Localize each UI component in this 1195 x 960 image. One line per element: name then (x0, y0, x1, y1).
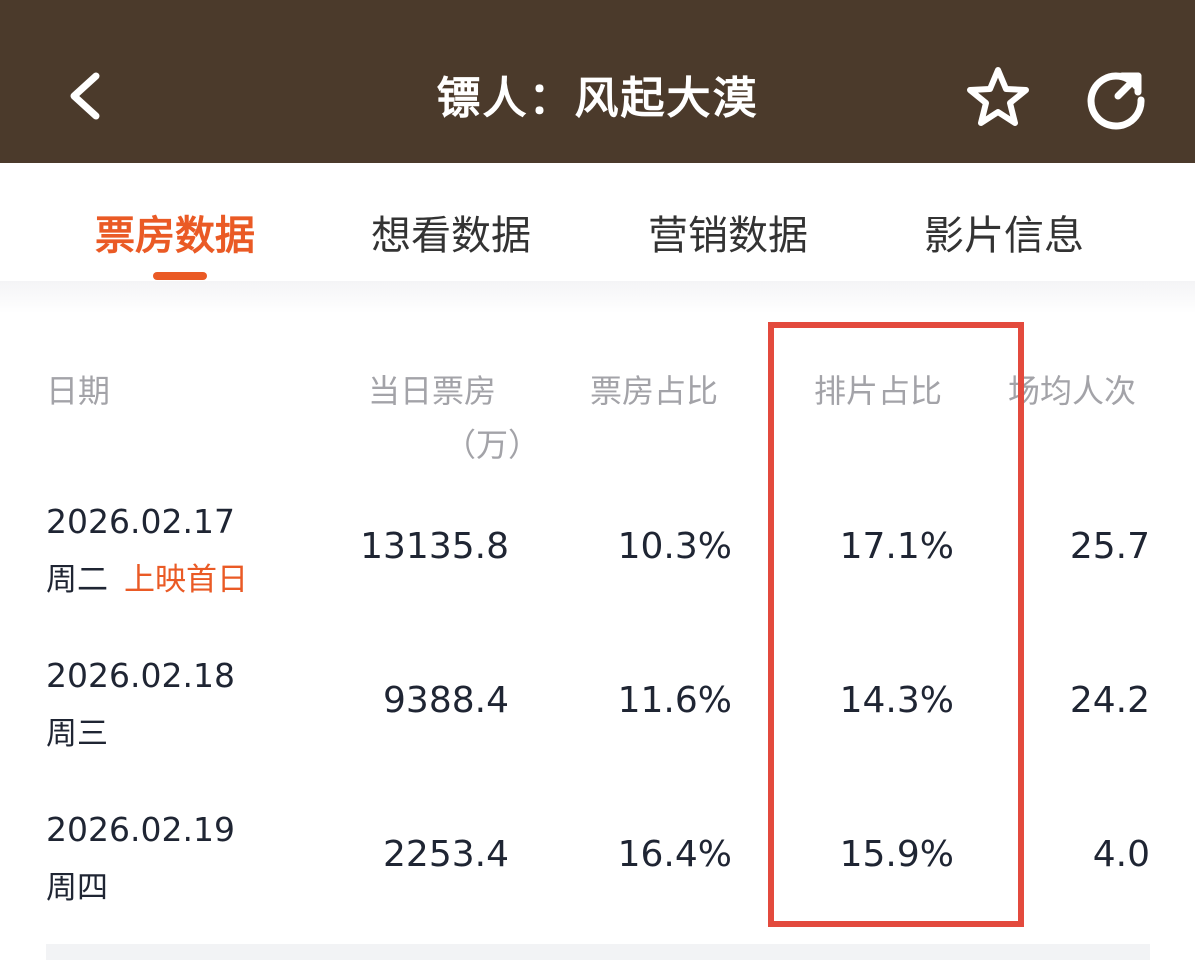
row-date: 2026.02.18 (46, 656, 235, 695)
tab-want-to-see[interactable]: 想看数据 (371, 203, 531, 261)
tab-marketing[interactable]: 营销数据 (648, 203, 808, 261)
row-date: 2026.02.19 (46, 810, 235, 849)
column-header-box-office: 当日票房 (368, 372, 497, 410)
app-header: 镖人：风起大漠 (0, 0, 1195, 163)
row-date: 2026.02.17 (46, 502, 235, 541)
avg-viewers-value: 25.7 (1069, 526, 1150, 567)
avg-viewers-value: 4.0 (1092, 834, 1150, 875)
box-office-value: 13135.8 (360, 526, 509, 567)
release-day-badge: 上映首日 (124, 562, 248, 598)
column-header-avg-viewers: 场均人次 (1008, 372, 1137, 410)
table-footer-bar (46, 944, 1150, 960)
box-share-value: 11.6% (617, 680, 732, 721)
tab-bar: 票房数据 想看数据 营销数据 影片信息 (0, 163, 1195, 281)
tab-box-office[interactable]: 票房数据 (95, 203, 255, 261)
active-tab-indicator (153, 272, 207, 280)
row-weekday: 周三 (46, 708, 108, 753)
box-office-value: 2253.4 (383, 834, 509, 875)
weekday-label: 周四 (46, 870, 108, 906)
row-weekday: 周四 (46, 862, 108, 907)
schedule-share-highlight-box (768, 322, 1024, 927)
weekday-label: 周三 (46, 716, 108, 752)
refresh-button[interactable] (1080, 62, 1152, 134)
refresh-icon (1087, 72, 1145, 130)
tab-film-info[interactable]: 影片信息 (924, 203, 1084, 261)
avg-viewers-value: 24.2 (1069, 680, 1150, 721)
box-share-value: 10.3% (617, 526, 732, 567)
box-share-value: 16.4% (617, 834, 732, 875)
weekday-label: 周二 (46, 562, 108, 598)
column-header-box-share: 票房占比 (590, 372, 719, 410)
column-header-box-office-unit: （万） (444, 426, 541, 464)
favorite-button[interactable] (962, 62, 1034, 134)
star-icon (967, 67, 1029, 126)
row-weekday: 周二 上映首日 (46, 554, 248, 599)
column-header-date: 日期 (46, 372, 111, 410)
box-office-value: 9388.4 (383, 680, 509, 721)
tab-divider (0, 281, 1195, 313)
